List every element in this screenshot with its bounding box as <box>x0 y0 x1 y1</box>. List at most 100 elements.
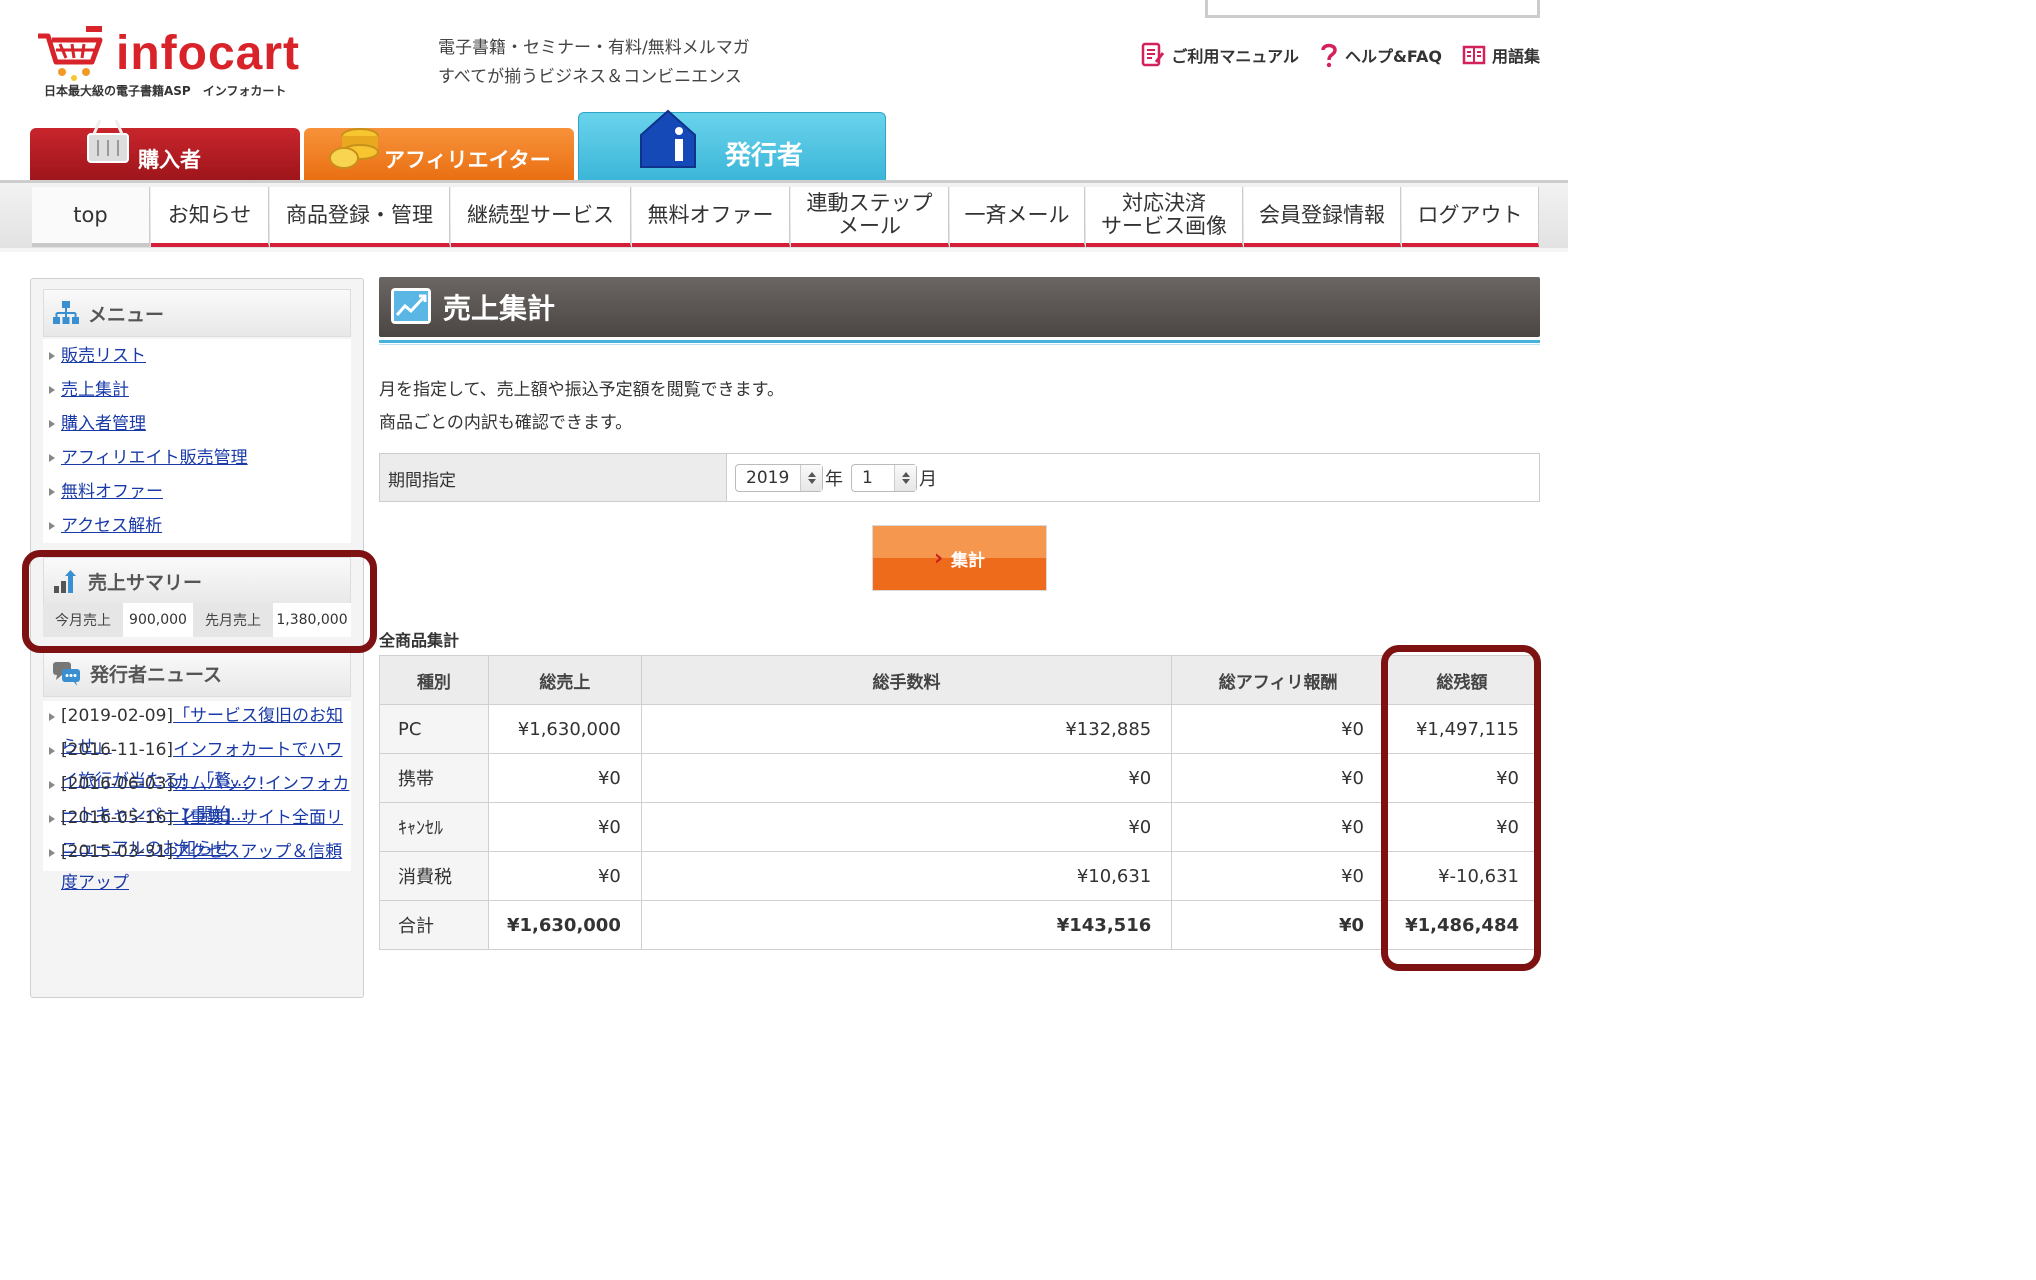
chevron-up-icon <box>807 471 816 477</box>
this-month-sales-label: 今月売上 <box>43 603 123 637</box>
nav-step-mail[interactable]: 連動ステップ メール <box>791 187 949 247</box>
year-stepper[interactable]: 2019 <box>735 463 823 492</box>
sales-summary-table: 種別 総売上 総手数料 総アフィリ報酬 総残額 PC ¥1,630,000 ¥1… <box>379 655 1540 950</box>
menu-item-sales-summary: 売上集計 <box>43 373 351 407</box>
menu-item-free-offer: 無料オファー <box>43 475 351 509</box>
tab-buyer[interactable]: 購入者 <box>30 119 300 180</box>
nav-payment-images[interactable]: 対応決済 サービス画像 <box>1086 187 1243 247</box>
row-kind: 携帯 <box>379 753 489 803</box>
sitemap-icon <box>53 301 79 324</box>
nav-payment-images-label: 対応決済 サービス画像 <box>1101 191 1227 238</box>
cell-affiliate-reward: ¥0 <box>1171 753 1385 803</box>
nav-free-offer-label: 無料オファー <box>647 202 774 227</box>
menu-heading: メニュー <box>43 289 351 337</box>
tagline-line-1: 電子書籍・セミナー・有料/無料メルマガ <box>438 38 750 58</box>
menu-link-affiliate-sales[interactable]: アフィリエイト販売管理 <box>61 448 248 468</box>
cell-affiliate-reward: ¥0 <box>1171 802 1385 852</box>
cell-balance: ¥0 <box>1384 802 1540 852</box>
sidebar: メニュー 販売リスト 売上集計 購入者管理 アフィリエイト販売管理 無料オファー… <box>30 278 364 998</box>
manual-icon <box>1142 42 1165 67</box>
period-selector: 期間指定 2019 年 1 月 <box>379 453 1540 502</box>
nav-shadow <box>0 248 1568 252</box>
title-underline-light <box>379 344 1540 345</box>
this-month-sales-value: 900,000 <box>123 603 193 637</box>
news-item: [2019-02-09]「サービス復旧のお知らせ」 <box>43 701 351 757</box>
logo-subtitle: 日本最大級の電子書籍ASP インフォカート <box>44 84 287 98</box>
menu-link-access-analysis[interactable]: アクセス解析 <box>61 516 162 536</box>
header-total-balance: 総残額 <box>1384 655 1540 705</box>
cell-total-fee: ¥0 <box>640 802 1173 852</box>
menu-item-affiliate-sales: アフィリエイト販売管理 <box>43 441 351 475</box>
menu-heading-label: メニュー <box>88 303 165 326</box>
nav-news[interactable]: お知らせ <box>151 187 269 247</box>
cell-total-fee: ¥0 <box>640 753 1173 803</box>
last-month-sales-value: 1,380,000 <box>273 603 351 637</box>
description-line-2: 商品ごとの内訳も確認できます。 <box>379 413 633 433</box>
page-description: 月を指定して、売上額や振込予定額を閲覧できます。 商品ごとの内訳も確認できます。 <box>379 374 784 440</box>
chevron-up-icon <box>901 471 910 477</box>
shopping-basket-icon <box>87 119 129 163</box>
title-underline <box>379 340 1540 343</box>
row-kind: PC <box>379 704 489 754</box>
nav-bulk-mail-label: 一斉メール <box>964 202 1070 227</box>
manual-link[interactable]: ご利用マニュアル <box>1141 42 1299 68</box>
cell-affiliate-reward: ¥0 <box>1171 851 1385 901</box>
nav-top-label: top <box>73 202 108 227</box>
aggregate-button[interactable]: › 集計 <box>872 525 1047 591</box>
glossary-link[interactable]: 用語集 <box>1462 42 1540 68</box>
menu-item-sales-list: 販売リスト <box>43 339 351 373</box>
news-date: [2016-06-03] <box>61 774 174 794</box>
year-stepper-arrows[interactable] <box>800 464 822 491</box>
table-row: ｷｬﾝｾﾙ ¥0 ¥0 ¥0 ¥0 <box>379 802 1540 852</box>
table-row: PC ¥1,630,000 ¥132,885 ¥0 ¥1,497,115 <box>379 704 1540 754</box>
coins-icon <box>329 128 379 169</box>
menu-link-sales-summary[interactable]: 売上集計 <box>61 380 129 400</box>
row-kind: 消費税 <box>379 851 489 901</box>
menu-link-free-offer[interactable]: 無料オファー <box>61 482 163 502</box>
nav-subscription-service[interactable]: 継続型サービス <box>451 187 631 247</box>
nav-bulk-mail[interactable]: 一斉メール <box>950 187 1085 247</box>
top-links: ご利用マニュアル ヘルプ&FAQ 用語集 <box>1141 42 1540 68</box>
help-faq-link[interactable]: ヘルプ&FAQ <box>1319 42 1442 68</box>
page-title-label: 売上集計 <box>443 292 556 325</box>
chevron-down-icon <box>807 478 816 484</box>
tab-publisher-label: 発行者 <box>725 141 804 171</box>
nav-logout-label: ログアウト <box>1417 202 1523 227</box>
book-icon <box>1462 45 1486 65</box>
line-chart-icon <box>391 288 431 324</box>
nav-top[interactable]: top <box>32 187 150 247</box>
row-kind: ｷｬﾝｾﾙ <box>379 802 489 852</box>
infocart-logo[interactable]: infocart 日本最大級の電子書籍ASP インフォカート <box>30 22 330 102</box>
month-stepper[interactable]: 1 <box>851 463 917 492</box>
cell-total-fee: ¥10,631 <box>640 851 1173 901</box>
tab-affiliate[interactable]: アフィリエイター <box>304 128 574 180</box>
news-date: [2015-03-31] <box>61 842 174 862</box>
year-value: 2019 <box>746 467 790 488</box>
nav-member-info[interactable]: 会員登録情報 <box>1244 187 1401 247</box>
top-corner-frame <box>1205 0 1540 18</box>
news-item: [2016-05-16]【重要】サイト全面リニューアルのお知らせ <box>43 803 351 859</box>
cell-balance: ¥-10,631 <box>1384 851 1540 901</box>
publisher-news-heading-label: 発行者ニュース <box>90 663 223 686</box>
description-line-1: 月を指定して、売上額や振込予定額を閲覧できます。 <box>379 380 784 400</box>
growth-chart-icon <box>54 570 76 593</box>
month-suffix: 月 <box>919 468 937 490</box>
last-month-sales-label: 先月売上 <box>193 603 273 637</box>
table-row: 携帯 ¥0 ¥0 ¥0 ¥0 <box>379 753 1540 803</box>
cart-icon <box>38 26 103 81</box>
cell-total-sales: ¥1,630,000 <box>487 704 642 754</box>
menu-link-buyer-management[interactable]: 購入者管理 <box>61 414 146 434</box>
month-stepper-arrows[interactable] <box>894 464 916 491</box>
menu-list: 販売リスト 売上集計 購入者管理 アフィリエイト販売管理 無料オファー アクセス… <box>43 339 351 543</box>
news-item: [2016-06-03]カムバック!インフォカートキャンペーン開始… <box>43 769 351 825</box>
cell-balance: ¥1,497,115 <box>1384 704 1540 754</box>
nav-product-management[interactable]: 商品登録・管理 <box>270 187 450 247</box>
nav-step-mail-label: 連動ステップ メール <box>806 191 933 238</box>
row-kind: 合計 <box>379 900 489 950</box>
nav-product-management-label: 商品登録・管理 <box>286 202 433 227</box>
table-header-row: 種別 総売上 総手数料 総アフィリ報酬 総残額 <box>379 655 1540 705</box>
menu-link-sales-list[interactable]: 販売リスト <box>61 346 146 366</box>
tab-publisher[interactable]: 発行者 <box>578 109 886 182</box>
nav-logout[interactable]: ログアウト <box>1402 187 1539 247</box>
nav-free-offer[interactable]: 無料オファー <box>632 187 790 247</box>
